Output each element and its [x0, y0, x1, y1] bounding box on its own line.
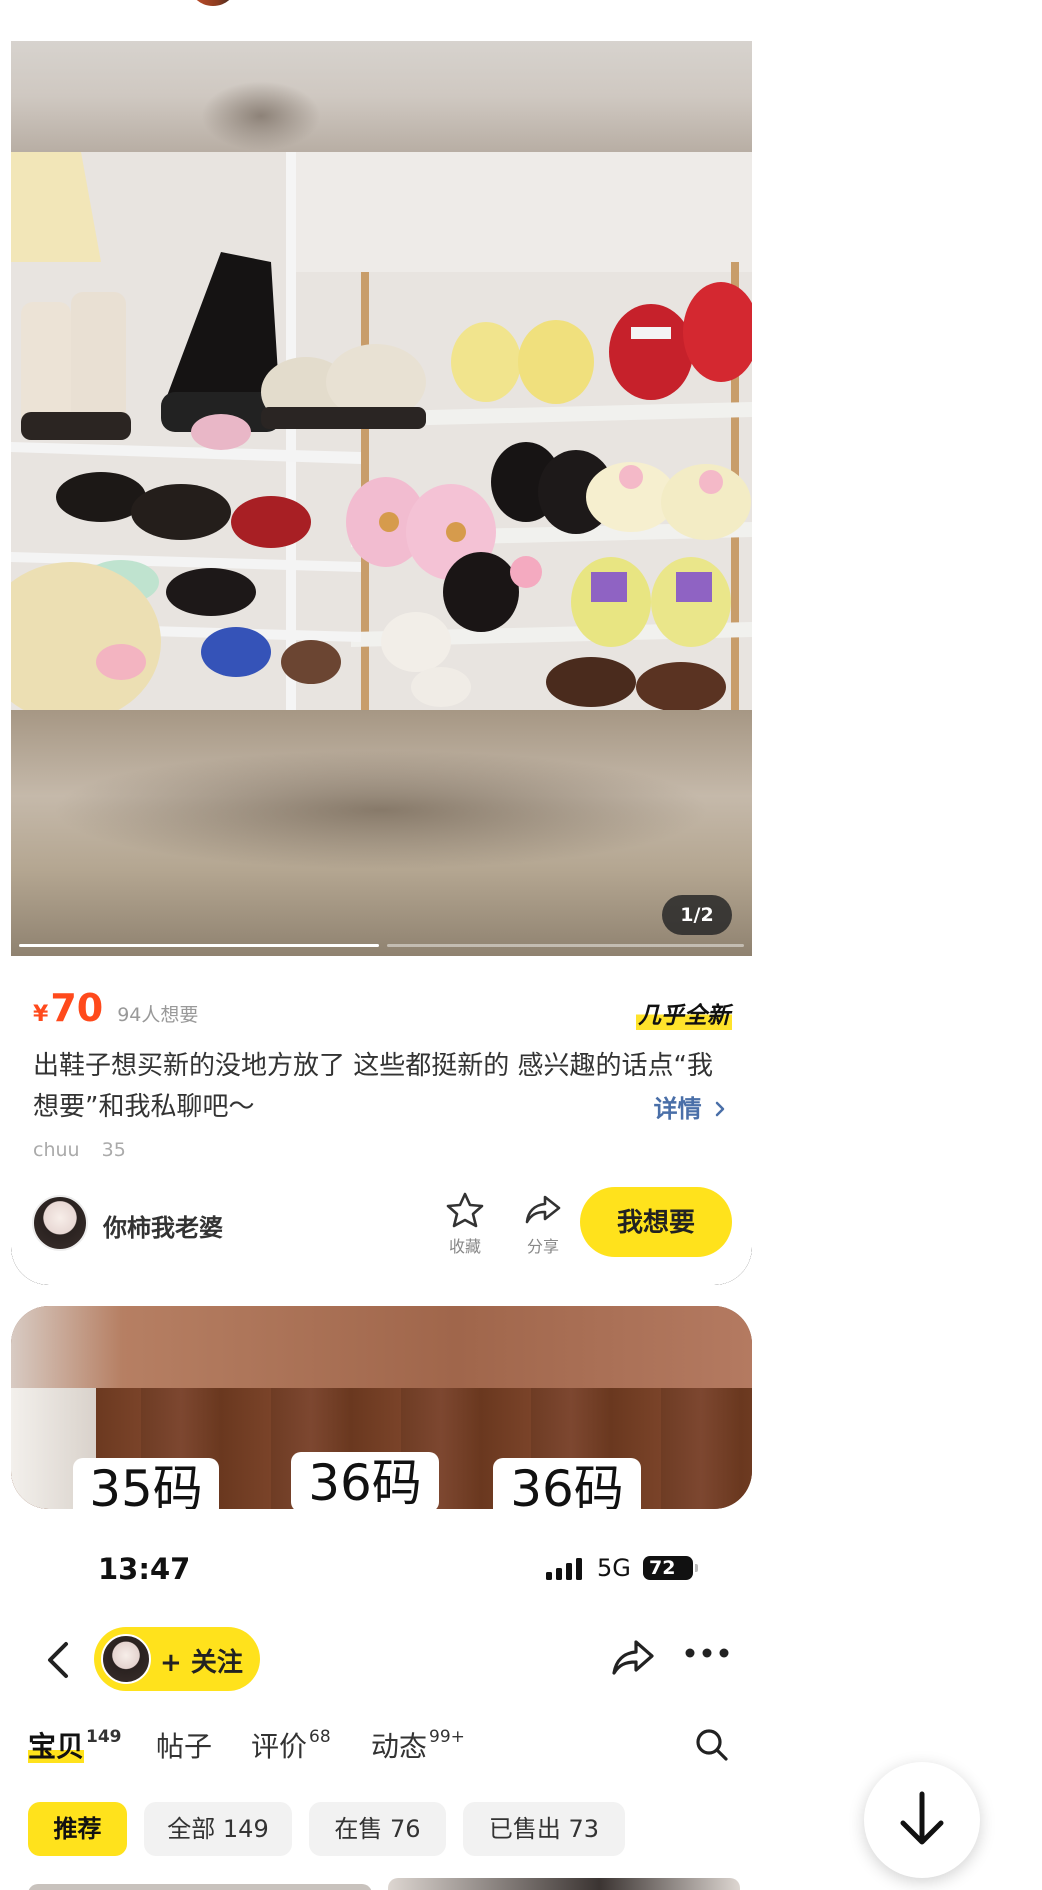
shop-tabs: 宝贝 149 帖子 评价 68 动态 99+	[28, 1715, 728, 1765]
tab-label: 帖子	[156, 1730, 213, 1763]
next-card-blur	[11, 1306, 752, 1388]
product-description[interactable]: 出鞋子想买新的没地方放了 这些都挺新的 感兴趣的话点“我想要”和我私聊吧～	[33, 1046, 713, 1128]
tab-count: 149	[86, 1727, 122, 1747]
share-button[interactable]: 分享	[513, 1191, 573, 1257]
follow-label: + 关注	[160, 1648, 243, 1678]
filter-on-sale[interactable]: 在售 76	[309, 1802, 446, 1856]
size-tag: 35码	[73, 1458, 219, 1509]
tab-activity[interactable]: 动态 99+	[371, 1725, 465, 1765]
tab-label: 评价	[251, 1730, 308, 1763]
filter-sold[interactable]: 已售出 73	[463, 1802, 625, 1856]
shop-avatar	[101, 1634, 151, 1684]
seller-avatar[interactable]	[32, 1195, 88, 1251]
grid-item-peek[interactable]	[28, 1884, 372, 1890]
more-button[interactable]	[684, 1645, 730, 1664]
status-time: 13:47	[98, 1552, 191, 1586]
share-icon	[525, 1195, 561, 1224]
meta-brand: chuu	[33, 1139, 80, 1161]
meta-size: 35	[101, 1139, 126, 1161]
next-product-card[interactable]: 35码 36码 36码	[11, 1306, 752, 1509]
battery-indicator: 72	[643, 1556, 698, 1580]
tab-count: 68	[309, 1727, 331, 1747]
image-blur-bottom	[11, 710, 752, 956]
product-meta: chuu 35	[33, 1139, 142, 1161]
condition-badge: 几乎全新	[636, 996, 732, 1030]
tab-posts[interactable]: 帖子	[156, 1725, 212, 1765]
network-type: 5G	[597, 1554, 631, 1582]
product-photo[interactable]	[11, 152, 752, 710]
chevron-right-icon	[715, 1101, 725, 1117]
grid-item-peek[interactable]	[388, 1878, 740, 1890]
signal-icon	[546, 1558, 582, 1580]
filter-recommended[interactable]: 推荐	[28, 1802, 127, 1856]
tab-count: 99+	[429, 1727, 465, 1747]
back-icon	[48, 1642, 68, 1678]
image-blur-top	[11, 41, 752, 152]
share-label: 分享	[526, 1237, 559, 1256]
want-count: 94人想要	[117, 1004, 199, 1026]
tab-label: 宝贝	[28, 1730, 85, 1763]
price-row: ¥ 70 94人想要	[33, 986, 198, 1030]
seller-name[interactable]: 你柿我老婆	[103, 1208, 223, 1243]
product-image-carousel[interactable]: 1/2	[11, 41, 752, 956]
filter-all[interactable]: 全部 149	[144, 1802, 292, 1856]
carousel-progress-active	[19, 944, 379, 947]
favorite-label: 收藏	[448, 1237, 481, 1256]
search-icon	[696, 1729, 728, 1761]
price-value: 70	[50, 986, 104, 1030]
follow-button[interactable]: + 关注	[94, 1627, 260, 1691]
shop-search-button[interactable]	[694, 1727, 730, 1767]
detail-link[interactable]: 详情	[654, 1089, 726, 1124]
back-button[interactable]	[38, 1636, 78, 1684]
tab-reviews[interactable]: 评价 68	[251, 1725, 331, 1765]
star-icon	[446, 1192, 484, 1228]
detail-link-label: 详情	[653, 1095, 702, 1123]
arrow-down-icon	[900, 1791, 944, 1845]
top-avatar-fragment	[188, 0, 238, 6]
carousel-progress-inactive	[387, 944, 744, 947]
shop-share-button[interactable]	[610, 1636, 656, 1684]
size-tag: 36码	[291, 1452, 439, 1509]
share-icon	[612, 1640, 654, 1675]
price-currency: ¥	[33, 1002, 49, 1027]
want-button[interactable]: 我想要	[580, 1187, 732, 1257]
tab-label: 动态	[371, 1730, 428, 1763]
product-card[interactable]: 1/2 ¥ 70 94人想要 几乎全新 出鞋子想买新的没地方放了 这些都挺新的 …	[11, 41, 752, 1285]
shoe-rack-illustration	[11, 152, 752, 710]
scroll-down-button[interactable]	[864, 1762, 980, 1878]
image-page-indicator: 1/2	[662, 895, 732, 935]
status-bar: 13:47 5G 72	[0, 1540, 760, 1600]
size-tag: 36码	[493, 1458, 641, 1509]
favorite-button[interactable]: 收藏	[435, 1191, 495, 1257]
tab-items[interactable]: 宝贝 149	[28, 1725, 122, 1765]
more-icon	[685, 1648, 729, 1658]
product-info: ¥ 70 94人想要 几乎全新 出鞋子想买新的没地方放了 这些都挺新的 感兴趣的…	[11, 956, 752, 1285]
